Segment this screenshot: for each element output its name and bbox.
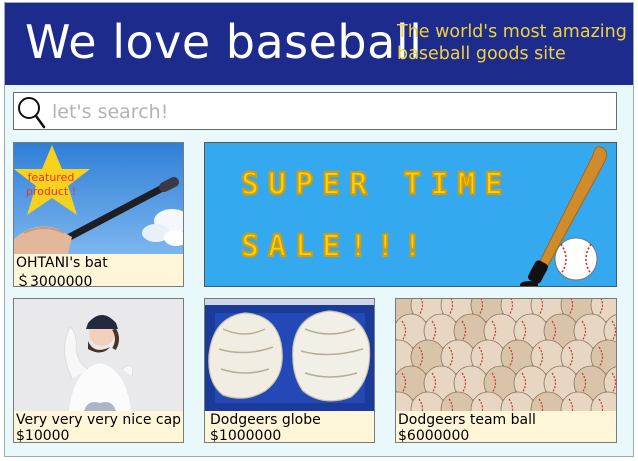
- search-bar[interactable]: [13, 92, 617, 130]
- cap-product-image: [14, 299, 183, 411]
- search-input[interactable]: [50, 98, 594, 126]
- product-card-team-ball[interactable]: Dodgeers team ball $6000000: [395, 298, 617, 443]
- featured-badge-label: featured product !: [25, 171, 77, 198]
- featured-product-card[interactable]: featured product ! OHTANI's bat ＄3000000: [13, 142, 184, 287]
- product-name: Dodgeers globe: [210, 412, 321, 428]
- site-header: We love baseball The world's most amazin…: [5, 3, 633, 85]
- banner-line-2: SALE!!!: [240, 228, 431, 265]
- product-card-globe[interactable]: Dodgeers globe $1000000: [204, 298, 375, 443]
- product-name: OHTANI's bat: [16, 255, 108, 271]
- product-price: $10000: [16, 428, 70, 443]
- site-tagline: The world's most amazing baseball goods …: [397, 22, 627, 64]
- super-time-sale-banner[interactable]: SUPER TIME SALE!!!: [204, 142, 617, 287]
- baseballs-product-image: [396, 299, 616, 411]
- product-price: $6000000: [398, 428, 470, 443]
- product-price: ＄3000000: [16, 274, 93, 287]
- product-price: $1000000: [210, 428, 282, 443]
- banner-line-1: SUPER TIME: [240, 166, 512, 203]
- product-name: Dodgeers team ball: [398, 412, 536, 428]
- glove-product-image: [205, 299, 374, 411]
- search-icon[interactable]: [16, 94, 48, 130]
- site-title[interactable]: We love baseball: [25, 15, 422, 69]
- bat-and-ball-illustration: [520, 146, 607, 286]
- product-card-cap[interactable]: Very very very nice cap $10000: [13, 298, 184, 443]
- product-name: Very very very nice cap: [16, 412, 182, 428]
